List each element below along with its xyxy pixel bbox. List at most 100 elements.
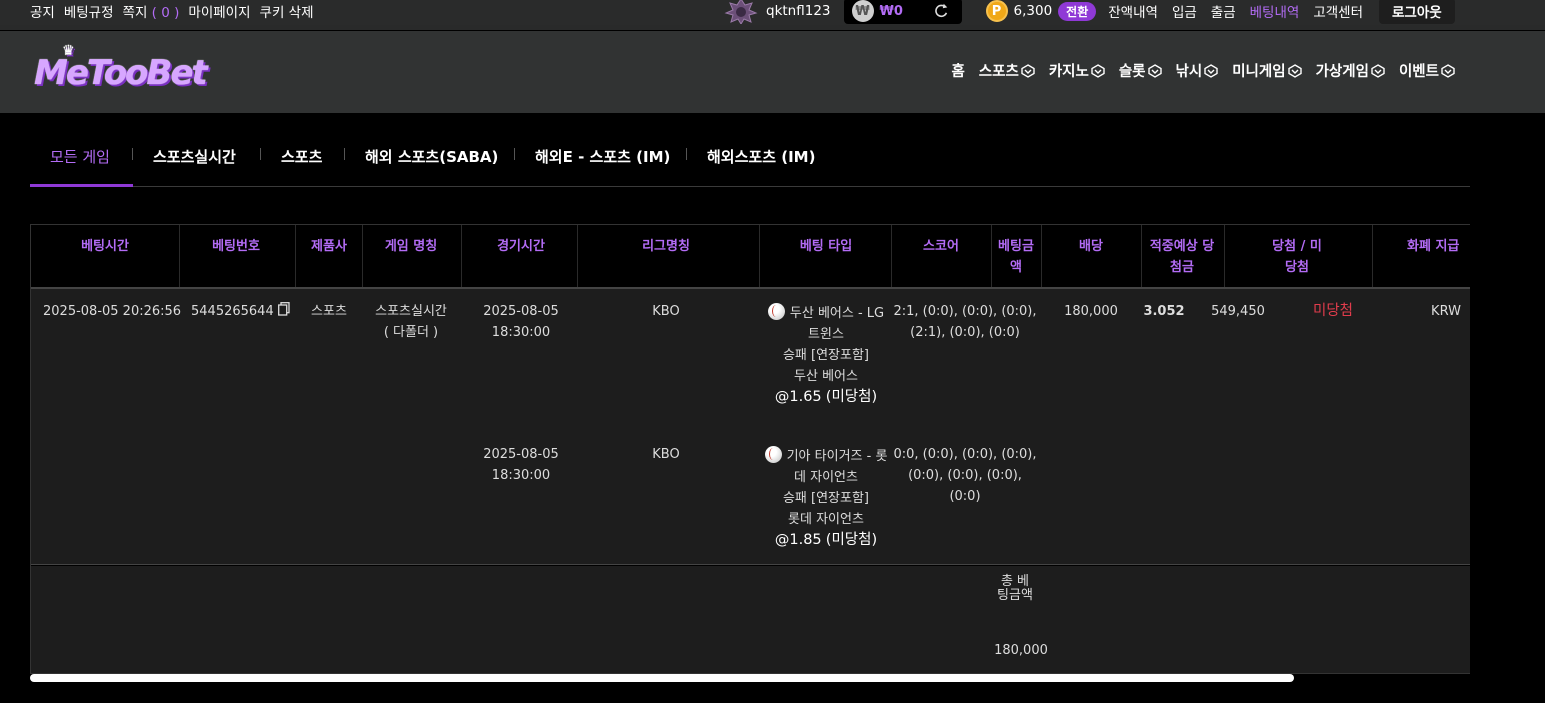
leg-time: 18:30:00 bbox=[491, 325, 551, 340]
wallet-box: ₩ ₩0 bbox=[843, 0, 962, 24]
chevron-down-icon bbox=[1371, 63, 1385, 78]
messages-link[interactable]: 쪽지 ( 0 ) bbox=[123, 1, 180, 21]
top-right-area: qktnfl123 ₩ ₩0 P 6,300 전환 잔액내역 입금 출금 베팅내… bbox=[724, 0, 1455, 24]
tab-divider bbox=[344, 148, 345, 160]
message-count: 0 bbox=[161, 5, 170, 21]
active-tab-indicator bbox=[30, 184, 133, 187]
nav-minigame[interactable]: 미니게임 bbox=[1232, 60, 1302, 81]
col-expected-win: 적중예상 당첨금 bbox=[1149, 239, 1215, 275]
leg-score: 0:0, (0:0), (0:0), (0:0), (0:0), (0:0), … bbox=[893, 447, 1037, 504]
col-score: 스코어 bbox=[923, 239, 959, 254]
nav-label: 이벤트 bbox=[1398, 64, 1439, 80]
expected-win: 549,450 bbox=[1211, 304, 1265, 319]
convert-button[interactable]: 전환 bbox=[1058, 1, 1097, 21]
withdraw-link[interactable]: 출금 bbox=[1211, 1, 1236, 21]
col-odds: 배당 bbox=[1079, 239, 1103, 254]
messages-label: 쪽지 bbox=[122, 5, 148, 21]
col-divider bbox=[461, 225, 462, 287]
horizontal-scrollbar[interactable] bbox=[30, 674, 1294, 682]
support-link[interactable]: 고객센터 bbox=[1313, 1, 1363, 21]
leg-odds-line: @1.85 (미당첨) bbox=[764, 530, 888, 551]
chevron-down-icon bbox=[1021, 63, 1035, 78]
tab-all-games[interactable]: 모든 게임 bbox=[50, 146, 110, 167]
leg-odds-line: @1.65 (미당첨) bbox=[766, 387, 886, 408]
nav-event[interactable]: 이벤트 bbox=[1399, 60, 1455, 81]
nav-fishing[interactable]: 낚시 bbox=[1176, 60, 1219, 81]
game-name: 스포츠실시간 bbox=[375, 304, 447, 319]
currency: KRW bbox=[1431, 304, 1461, 319]
copy-icon[interactable] bbox=[277, 302, 290, 316]
nav-sports[interactable]: 스포츠 bbox=[979, 60, 1035, 81]
nav-label: 미니게임 bbox=[1232, 64, 1286, 80]
tab-divider bbox=[686, 148, 687, 160]
tab-sports-live[interactable]: 스포츠실시간 bbox=[153, 146, 236, 167]
tab-divider bbox=[260, 148, 261, 160]
bet-time: 2025-08-05 20:26:56 bbox=[43, 304, 182, 319]
tab-esports-im[interactable]: 해외E - 스포츠 (IM) bbox=[535, 146, 670, 167]
chevron-down-icon bbox=[1091, 63, 1105, 78]
top-left-links: 공지 베팅규정 쪽지 ( 0 ) 마이페이지 쿠키 삭제 bbox=[30, 0, 314, 22]
balance-history-link[interactable]: 잔액내역 bbox=[1108, 1, 1158, 21]
nav-label: 가상게임 bbox=[1315, 64, 1369, 80]
baseball-icon bbox=[764, 446, 782, 463]
main-header: ♛ MeTooBet 홈 스포츠 카지노 슬롯 낚시 미니게임 가상게임 이벤트 bbox=[0, 31, 1545, 113]
col-divider bbox=[1041, 225, 1042, 287]
notice-link[interactable]: 공지 bbox=[30, 1, 55, 21]
col-result: 당첨 / 미당첨 bbox=[1272, 239, 1322, 275]
nav-label: 카지노 bbox=[1048, 64, 1089, 80]
table-row: 2025-08-05 20:26:56 5445265644 스포츠 스포츠실시… bbox=[31, 289, 1470, 565]
balance-amount: ₩0 bbox=[879, 3, 903, 19]
nav-slot[interactable]: 슬롯 bbox=[1119, 60, 1162, 81]
total-amount-label: 총 베팅금액 bbox=[997, 574, 1033, 603]
col-divider bbox=[1372, 225, 1373, 287]
bet-amount: 180,000 bbox=[1064, 304, 1118, 319]
nav-home[interactable]: 홈 bbox=[951, 60, 964, 81]
tab-overseas-im[interactable]: 해외스포츠 (IM) bbox=[707, 146, 815, 167]
leg-teams-line: 두산 베어스 - LG 트윈스 bbox=[766, 303, 886, 345]
col-divider bbox=[295, 225, 296, 287]
bet-number: 5445265644 bbox=[191, 304, 274, 319]
clear-cookies-link[interactable]: 쿠키 삭제 bbox=[260, 1, 314, 21]
tab-divider bbox=[132, 148, 133, 160]
nav-casino[interactable]: 카지노 bbox=[1049, 60, 1105, 81]
col-game-name: 게임 명칭 bbox=[384, 239, 438, 254]
total-odds: 3.052 bbox=[1143, 304, 1185, 319]
refresh-icon[interactable] bbox=[932, 2, 950, 20]
chevron-down-icon bbox=[1287, 63, 1302, 78]
total-amount-value: 180,000 bbox=[994, 643, 1048, 658]
nav-label: 낚시 bbox=[1175, 64, 1203, 80]
nav-label: 홈 bbox=[951, 64, 965, 80]
bet-result: 미당첨 bbox=[1312, 303, 1354, 319]
site-logo[interactable]: ♛ MeTooBet bbox=[34, 43, 208, 93]
col-currency: 화폐 지급 bbox=[1407, 239, 1460, 254]
game-sub: ( 다폴더 ) bbox=[383, 325, 439, 340]
point-coin-icon: P bbox=[985, 0, 1008, 22]
leg-teams: 두산 베어스 - LG 트윈스 bbox=[789, 306, 885, 342]
col-divider bbox=[991, 225, 992, 287]
betting-rules-link[interactable]: 베팅규정 bbox=[64, 1, 114, 21]
username: qktnfl123 bbox=[766, 3, 831, 19]
tab-sports[interactable]: 스포츠 bbox=[281, 146, 322, 167]
logout-button[interactable]: 로그아웃 bbox=[1379, 0, 1455, 24]
message-count-close: ) bbox=[174, 5, 180, 21]
leg-time: 18:30:00 bbox=[491, 468, 551, 483]
tab-saba[interactable]: 해외 스포츠(SABA) bbox=[365, 146, 498, 167]
bet-history-link[interactable]: 베팅내역 bbox=[1250, 1, 1300, 21]
top-bar: 공지 베팅규정 쪽지 ( 0 ) 마이페이지 쿠키 삭제 qktnfl123 ₩… bbox=[0, 0, 1545, 30]
col-bet-type: 베팅 타입 bbox=[799, 239, 853, 254]
mypage-link[interactable]: 마이페이지 bbox=[188, 1, 250, 21]
table-footer: 총 베팅금액 180,000 bbox=[31, 566, 1470, 673]
account-links: 잔액내역 입금 출금 베팅내역 고객센터 bbox=[1108, 1, 1363, 21]
col-bet-time: 베팅시간 bbox=[81, 239, 129, 254]
leg-teams: 기아 타이거즈 - 롯데 자이언츠 bbox=[786, 449, 888, 485]
leg-status: (미당첨) bbox=[825, 389, 878, 405]
nav-virtual[interactable]: 가상게임 bbox=[1316, 60, 1385, 81]
col-divider bbox=[1141, 225, 1142, 287]
message-count-open: ( bbox=[151, 5, 157, 21]
col-divider bbox=[179, 225, 180, 287]
bet-history-table: 베팅시간 베팅번호 제품사 게임 명칭 경기시간 리그명칭 베팅 타입 스코어 … bbox=[30, 224, 1470, 674]
leg-league: KBO bbox=[652, 304, 680, 319]
deposit-link[interactable]: 입금 bbox=[1172, 1, 1197, 21]
main-nav: 홈 스포츠 카지노 슬롯 낚시 미니게임 가상게임 이벤트 bbox=[951, 60, 1455, 81]
won-coin-icon: ₩ bbox=[851, 0, 874, 22]
